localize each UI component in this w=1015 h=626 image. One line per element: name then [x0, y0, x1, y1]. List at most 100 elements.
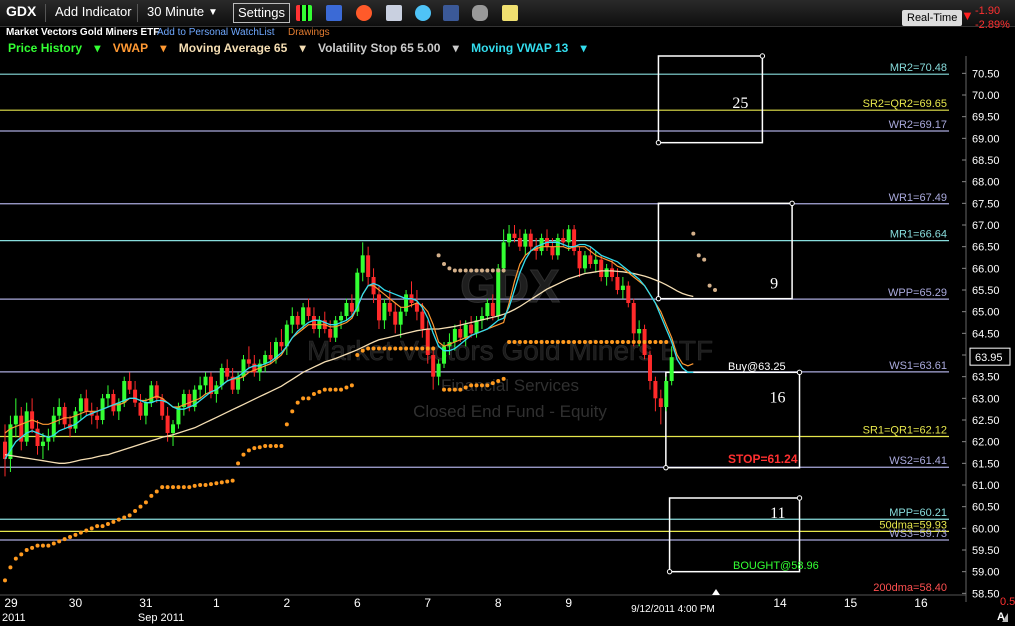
vstop-dot	[154, 489, 159, 494]
y-tick-label: 59.50	[972, 545, 1000, 557]
candle	[219, 368, 224, 386]
vstop-dot	[89, 526, 94, 531]
vstop-dot	[339, 387, 344, 392]
vstop-dot	[246, 448, 251, 453]
candle	[35, 428, 40, 446]
candle	[344, 303, 349, 316]
vstop-dot	[225, 479, 230, 484]
candle	[171, 424, 176, 433]
vstop-dot	[442, 387, 447, 392]
y-tick-label: 59.00	[972, 567, 1000, 579]
candle	[593, 259, 598, 264]
vstop-dot	[713, 288, 718, 292]
vstop-dot	[458, 387, 463, 392]
vstop-dot	[696, 253, 701, 258]
candle	[425, 329, 430, 355]
x-tick-label: 14	[773, 596, 787, 610]
vstop-dot	[301, 396, 306, 401]
box-handle	[666, 568, 673, 575]
vstop-dot	[463, 268, 468, 273]
candle	[40, 441, 45, 446]
candle	[46, 437, 51, 442]
vstop-dot	[501, 376, 506, 381]
candle	[376, 294, 381, 321]
date-marker: 9/12/2011 4:00 PM	[631, 604, 715, 615]
vstop-dot	[431, 346, 436, 351]
x-tick-label: 6	[354, 596, 361, 610]
vstop-dot	[116, 517, 121, 522]
candle	[463, 324, 468, 338]
candle	[13, 415, 18, 425]
vstop-dot	[653, 340, 658, 344]
vstop-dot	[355, 353, 360, 357]
candle	[615, 277, 620, 290]
y-tick-label: 65.00	[972, 307, 1000, 319]
candle	[311, 316, 316, 329]
vstop-dot	[279, 444, 284, 448]
vstop-dot	[610, 340, 615, 344]
candle	[496, 268, 501, 316]
candle	[647, 355, 652, 381]
vstop-dot	[398, 346, 403, 351]
vstop-dot	[420, 346, 425, 351]
candle	[582, 255, 587, 269]
vstop-dot	[171, 485, 176, 490]
candle	[225, 368, 230, 377]
vstop-dot	[404, 346, 409, 351]
box-label: 16	[770, 389, 786, 406]
vstop-dot	[24, 548, 29, 552]
vstop-dot	[252, 446, 257, 451]
candle	[458, 329, 463, 338]
y-tick-label: 69.00	[972, 133, 1000, 145]
candle	[268, 355, 273, 360]
vstop-dot	[414, 346, 419, 351]
vstop-dot	[588, 340, 593, 344]
candle	[577, 251, 582, 269]
vstop-dot	[474, 268, 479, 273]
vstop-dot	[376, 346, 381, 351]
candle	[339, 316, 344, 321]
vstop-dot	[208, 482, 213, 487]
target-boxes: 25 9 16 11	[655, 53, 803, 575]
vstop-dot	[463, 385, 468, 390]
candle	[501, 242, 506, 269]
vstop-dot	[322, 387, 327, 392]
x-tick-label: 29	[4, 596, 18, 610]
box-handle	[655, 139, 662, 146]
price-chart[interactable]: GDXMarket Vectors Gold Miners ETFFinanci…	[0, 0, 1015, 626]
vstop-dot	[84, 528, 89, 533]
candle	[306, 307, 311, 316]
candle	[588, 255, 593, 264]
vstop-dot	[160, 485, 165, 490]
vstop-dot	[46, 543, 51, 548]
vstop-dot	[73, 532, 78, 537]
vstop-dot	[311, 392, 316, 396]
vstop-dot	[333, 387, 338, 392]
candle	[637, 329, 642, 334]
candle	[620, 285, 625, 290]
vstop-dot	[539, 340, 544, 344]
vstop-dot	[550, 340, 555, 344]
candle	[78, 398, 83, 412]
y-tick-label: 62.50	[972, 415, 1000, 427]
box-handle	[759, 53, 766, 59]
watermark-category: Closed End Fund - Equity	[413, 402, 607, 421]
annotations: Buy@63.25 STOP=61.24 BOUGHT@58.96 200dma=58…	[728, 361, 947, 594]
candle	[653, 381, 658, 399]
level-label: WR1=67.49	[889, 192, 947, 204]
vstop-dot	[317, 389, 322, 394]
vstop-dot	[620, 340, 625, 344]
vstop-dot	[664, 340, 669, 344]
vstop-dot	[306, 396, 311, 401]
vstop-dot	[111, 519, 116, 524]
vstop-dot	[599, 340, 604, 344]
box-label: 25	[732, 95, 748, 112]
candle	[599, 259, 604, 277]
x-tick-label: 15	[844, 596, 858, 610]
candle	[263, 355, 268, 364]
vstop-dot	[577, 340, 582, 344]
candle	[414, 303, 419, 312]
vstop-dot	[290, 409, 295, 414]
box-handle	[655, 295, 662, 302]
vstop-dot	[68, 535, 73, 539]
